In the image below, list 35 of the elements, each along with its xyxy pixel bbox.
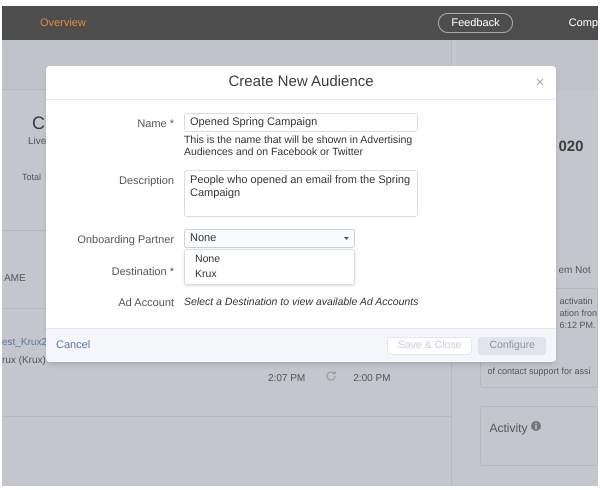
notice-text: activatin — [559, 294, 592, 306]
ad-account-note: Select a Destination to view available Ad Accounts — [184, 295, 418, 310]
info-icon — [531, 420, 542, 430]
partner-select[interactable]: None — [184, 229, 355, 248]
activity-card: Activity — [480, 406, 598, 466]
panel-title: em Not — [558, 264, 591, 278]
date-value: 020 — [558, 137, 584, 157]
time-text: 2:07 PM — [268, 372, 306, 386]
stat-label: Live — [28, 135, 46, 149]
refresh-icon — [325, 370, 338, 382]
field-label: Ad Account — [118, 297, 174, 309]
dropdown-option[interactable]: None — [185, 252, 354, 267]
partner-name: rux (Krux) — [2, 354, 47, 368]
notice-text: of contact support for assi — [487, 364, 591, 376]
close-button[interactable] — [534, 76, 546, 88]
field-label: Onboarding Partner — [77, 234, 174, 246]
description-field[interactable]: People who opened an email from the Spring Campaign — [184, 170, 418, 217]
caret-icon — [344, 237, 349, 240]
field-label: Description — [118, 175, 174, 187]
close-icon — [536, 78, 544, 86]
notice-text: ation fron — [559, 306, 597, 318]
time-text: 2:00 PM — [353, 372, 390, 386]
field-label: Destination * — [112, 266, 174, 278]
stat-value: C — [32, 112, 45, 134]
field-label: Name * — [137, 118, 174, 130]
cancel-link[interactable]: Cancel — [56, 337, 90, 354]
dropdown-option[interactable]: Krux — [185, 267, 354, 282]
name-field[interactable]: Opened Spring Campaign — [184, 113, 418, 132]
account-link[interactable]: Comp — [568, 14, 598, 32]
notice-text: 6:12 PM. — [559, 318, 596, 330]
column-header: AME — [4, 272, 26, 286]
help-text: This is the name that will be shown in Advertising Audiences and on Facebook or Twitter — [184, 134, 414, 158]
total-label: Total — [22, 171, 42, 184]
feedback-button[interactable]: Feedback — [438, 13, 513, 33]
dialog-title: Create New Audience — [228, 72, 374, 92]
